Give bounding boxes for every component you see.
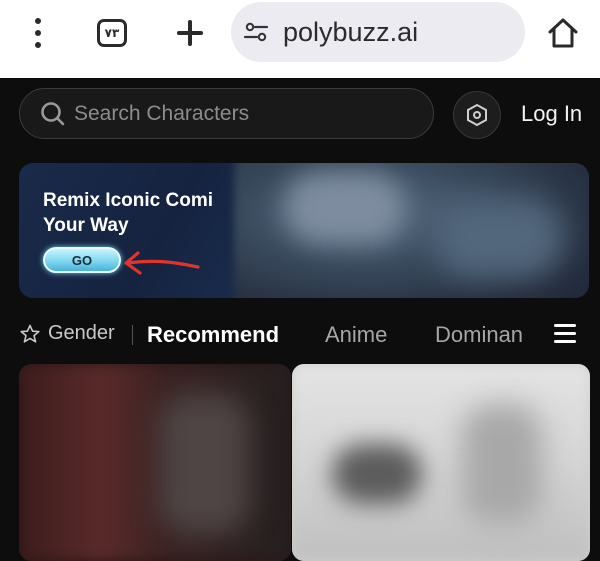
- search-icon: [41, 101, 65, 125]
- settings-button[interactable]: [453, 91, 501, 139]
- more-vert-icon[interactable]: [26, 16, 50, 50]
- search-input[interactable]: Search Characters: [19, 88, 434, 139]
- star-icon: [20, 324, 40, 343]
- character-card[interactable]: [19, 364, 291, 561]
- hexagon-settings-icon: [467, 103, 487, 127]
- browser-toolbar: ۷۳ polybuzz.ai: [0, 0, 600, 78]
- category-bar: Gender Recommend Anime Dominan: [0, 312, 600, 356]
- promo-banner[interactable]: Remix Iconic Comi Your Way GO: [19, 163, 589, 298]
- divider: [132, 325, 133, 345]
- gender-label: Gender: [48, 322, 115, 344]
- tab-dominant[interactable]: Dominan: [435, 322, 539, 348]
- menu-icon[interactable]: [554, 324, 576, 344]
- search-placeholder: Search Characters: [74, 101, 250, 125]
- banner-title-line2: Your Way: [43, 215, 129, 236]
- tab-recommend[interactable]: Recommend: [147, 322, 279, 348]
- home-icon[interactable]: [546, 17, 580, 49]
- address-bar[interactable]: polybuzz.ai: [231, 2, 525, 62]
- banner-title: Remix Iconic Comi Your Way: [43, 188, 233, 238]
- site-settings-icon[interactable]: [243, 19, 269, 45]
- tabs-button[interactable]: ۷۳: [97, 19, 127, 47]
- url-text: polybuzz.ai: [283, 16, 419, 47]
- go-button[interactable]: GO: [43, 247, 121, 273]
- banner-image: [234, 163, 589, 298]
- character-card[interactable]: [292, 364, 590, 561]
- new-tab-plus-icon[interactable]: [173, 16, 207, 50]
- tab-anime[interactable]: Anime: [325, 322, 387, 348]
- banner-title-line1: Remix Iconic Comi: [43, 190, 213, 211]
- red-arrow-annotation: [124, 251, 200, 275]
- gender-filter[interactable]: Gender: [20, 322, 115, 345]
- login-button[interactable]: Log In: [521, 101, 582, 127]
